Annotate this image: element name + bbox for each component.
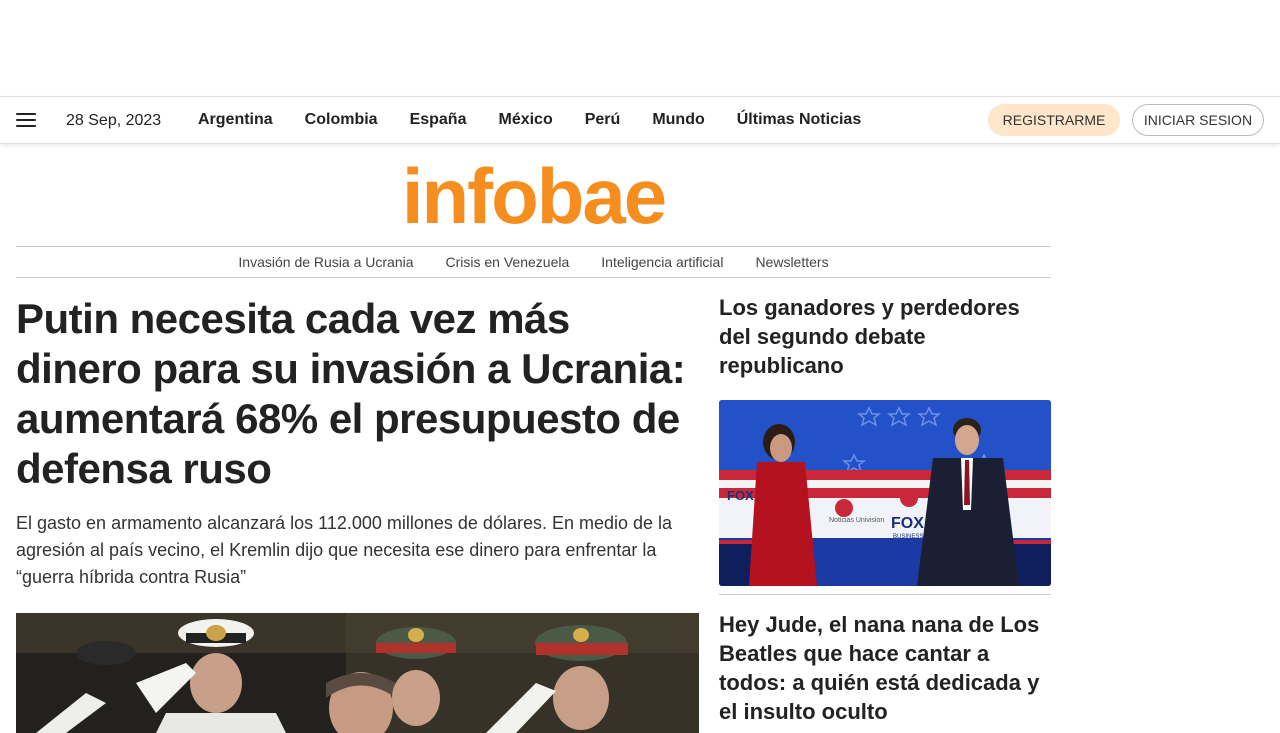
- main-story-summary: El gasto en armamento alcanzará los 112.…: [16, 513, 673, 587]
- side-story-divider: [719, 594, 1051, 595]
- login-button[interactable]: INICIAR SESION: [1132, 104, 1264, 136]
- hamburger-menu-icon[interactable]: [16, 113, 36, 129]
- side-story-image-debate[interactable]: FOX Noticias Univision FOX BUSINESS: [719, 400, 1051, 586]
- top-navigation-bar: 28 Sep, 2023 Argentina Colombia España M…: [0, 96, 1280, 144]
- side-story-headline-debate[interactable]: Los ganadores y perdedores del segundo d…: [719, 293, 1051, 380]
- ad-space: [0, 0, 1280, 96]
- infobae-logo[interactable]: infobae: [16, 152, 1051, 240]
- nav-item-mundo[interactable]: Mundo: [652, 111, 704, 129]
- subnav-item-russia-ukraine[interactable]: Invasión de Rusia a Ucrania: [238, 254, 413, 270]
- nav-item-peru[interactable]: Perú: [585, 111, 621, 129]
- country-nav: Argentina Colombia España México Perú Mu…: [198, 111, 861, 129]
- debate-logo-univision: Noticias Univision: [829, 517, 884, 524]
- current-date: 28 Sep, 2023: [66, 112, 162, 129]
- subnav-item-ai[interactable]: Inteligencia artificial: [601, 254, 723, 270]
- topics-subnav: Invasión de Rusia a Ucrania Crisis en Ve…: [16, 246, 1051, 278]
- nav-item-colombia[interactable]: Colombia: [305, 111, 378, 129]
- nav-item-ultimas-noticias[interactable]: Últimas Noticias: [737, 111, 861, 129]
- register-button[interactable]: REGISTRARME: [988, 104, 1120, 136]
- debate-logo-fox-right: FOX: [891, 515, 924, 532]
- subnav-item-venezuela[interactable]: Crisis en Venezuela: [446, 254, 570, 270]
- nav-item-argentina[interactable]: Argentina: [198, 111, 273, 129]
- nav-item-mexico[interactable]: México: [498, 111, 552, 129]
- main-story-image[interactable]: [16, 613, 699, 733]
- nav-item-espana[interactable]: España: [410, 111, 467, 129]
- side-story-headline-beatles[interactable]: Hey Jude, el nana nana de Los Beatles qu…: [719, 610, 1051, 726]
- debate-logo-fox-left: FOX: [727, 488, 754, 503]
- subnav-item-newsletters[interactable]: Newsletters: [755, 254, 828, 270]
- main-story-headline[interactable]: Putin necesita cada vez más dinero para …: [16, 294, 699, 494]
